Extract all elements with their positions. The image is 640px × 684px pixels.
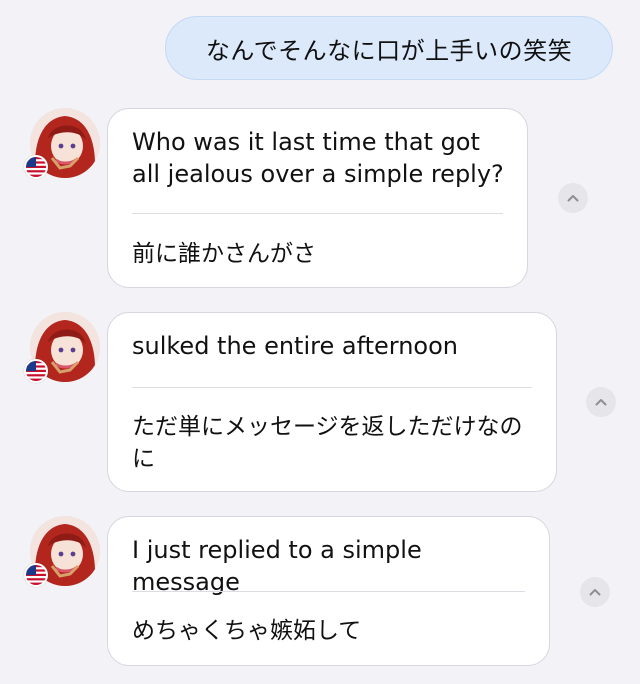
collapse-translation-button[interactable] — [580, 577, 610, 607]
chevron-up-icon — [595, 399, 607, 406]
us-flag-icon — [26, 361, 46, 381]
collapse-translation-button[interactable] — [586, 387, 616, 417]
incoming-message-bubble[interactable]: sulked the entire afternoon ただ単にメッセージを返し… — [107, 312, 557, 492]
language-flag — [24, 563, 48, 587]
incoming-message-bubble[interactable]: Who was it last time that got all jealou… — [107, 108, 528, 288]
incoming-message-bubble[interactable]: I just replied to a simple message めちゃくち… — [107, 516, 550, 666]
us-flag-icon — [26, 157, 46, 177]
translation-text: めちゃくちゃ嫉妬して — [132, 618, 362, 644]
outgoing-message-text: なんでそんなに口が上手いの笑笑 — [205, 36, 573, 65]
translation-divider — [132, 591, 525, 592]
chevron-up-icon — [589, 589, 601, 596]
translation-divider — [132, 387, 532, 388]
language-flag — [24, 359, 48, 383]
original-text: sulked the entire afternoon — [132, 332, 459, 360]
translation-divider — [132, 213, 503, 214]
chevron-up-icon — [567, 195, 579, 202]
outgoing-message-bubble[interactable]: なんでそんなに口が上手いの笑笑 — [165, 16, 613, 80]
original-text: Who was it last time that got all jealou… — [132, 128, 504, 188]
translation-text: 前に誰かさんがさ — [132, 241, 316, 267]
chat-view: なんでそんなに口が上手いの笑笑 Who was it last time tha… — [0, 0, 640, 684]
original-text: I just replied to a simple message — [132, 536, 422, 596]
language-flag — [24, 155, 48, 179]
translation-text: ただ単にメッセージを返しただけなのに — [132, 414, 523, 472]
collapse-translation-button[interactable] — [558, 183, 588, 213]
us-flag-icon — [26, 565, 46, 585]
